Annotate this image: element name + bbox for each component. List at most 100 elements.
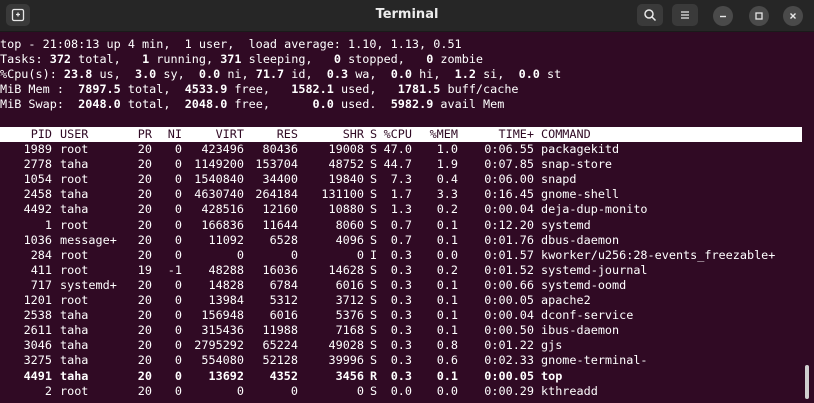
cell-res: 11644 <box>262 217 298 232</box>
cell-cpu: 0.3 <box>390 293 412 307</box>
cell-shr: 48752 <box>328 157 364 172</box>
maximize-button[interactable] <box>749 6 769 26</box>
summary-label: st <box>539 67 562 81</box>
summary-label: total, <box>120 82 185 96</box>
close-button[interactable] <box>783 6 803 26</box>
cell-pr: 20 <box>137 142 152 156</box>
summary-label: zombie <box>433 52 484 66</box>
header-pid: PID <box>30 127 52 141</box>
cell-command: snapd <box>541 172 577 187</box>
cell-res: 0 <box>290 247 298 262</box>
cell-cpu: 0.0 <box>390 383 412 398</box>
cell-pr: 20 <box>137 293 152 307</box>
summary-label: wa, <box>348 67 391 81</box>
cell-command: top <box>541 368 563 383</box>
minimize-icon <box>720 15 726 18</box>
cell-state: S <box>370 142 378 156</box>
cell-time: 0:16.45 <box>484 187 534 202</box>
cell-user: root <box>60 293 89 307</box>
cell-mem: 3.3 <box>436 187 458 202</box>
summary-value: 23.8 <box>63 67 93 81</box>
cell-time: 0:01.76 <box>484 232 534 247</box>
process-row: 1989 root 20 0 423496 80436 19008 S 47.0 1.0 0:06.… <box>0 142 802 157</box>
cell-time: 0:07.85 <box>484 157 534 172</box>
cell-state: S <box>370 338 378 353</box>
summary-label: stopped, <box>340 52 427 66</box>
cell-shr: 49028 <box>328 338 364 353</box>
cell-user: root <box>60 262 89 277</box>
cell-user: taha <box>60 157 89 172</box>
cell-virt: 315436 <box>201 323 244 338</box>
cell-state: S <box>370 383 378 398</box>
cell-time: 0:00.05 <box>484 293 534 307</box>
cell-virt: 554080 <box>201 353 244 368</box>
header-ni: NI <box>167 127 182 141</box>
summary-value: 5982.9 <box>390 97 434 111</box>
cell-state: S <box>370 202 378 217</box>
cell-time: 0:06.00 <box>484 172 534 187</box>
cell-pid: 1036 <box>23 232 52 247</box>
cell-mem: 0.6 <box>436 353 458 368</box>
cell-res: 264184 <box>255 187 298 202</box>
summary-label: total, <box>120 97 185 111</box>
terminal-output[interactable]: top - 21:08:13 up 4 min, 1 user, load av… <box>0 32 814 403</box>
cell-res: 6784 <box>269 277 298 292</box>
cell-res: 65224 <box>262 338 298 353</box>
cell-shr: 0 <box>356 383 364 398</box>
cell-virt: 2795292 <box>194 338 244 353</box>
cell-ni: 0 <box>174 293 182 307</box>
summary-label: hi, <box>412 67 455 81</box>
cell-command: deja-dup-monito <box>541 202 648 217</box>
cell-ni: -1 <box>167 262 182 277</box>
cell-pr: 20 <box>137 338 152 353</box>
process-row: 1054 root 20 0 1540840 34400 19840 S 7.3 0.4 0:06.… <box>0 172 802 187</box>
cell-mem: 0.1 <box>436 293 458 307</box>
summary-value: 7897.5 <box>78 82 121 96</box>
minimize-button[interactable] <box>713 6 733 26</box>
cell-state: S <box>370 353 378 368</box>
cell-user: taha <box>60 202 89 217</box>
title-bar: Terminal <box>0 0 814 32</box>
cell-user: taha <box>60 323 89 338</box>
summary-value: 1.2 <box>454 67 476 81</box>
process-row: 1036 message+ 20 0 11092 6528 4096 S 0.7 0.1 0:01.… <box>0 233 802 248</box>
process-row: 284 root 20 0 0 0 0 I 0.3 0.0 0:01.57 kworker/u256:… <box>0 248 802 263</box>
cell-state: S <box>370 187 378 202</box>
summary-value: 0.0 <box>518 67 540 81</box>
cell-virt: 166836 <box>201 217 244 232</box>
cell-shr: 3712 <box>335 293 364 307</box>
summary-value: 2048.0 <box>78 97 121 111</box>
menu-button[interactable] <box>672 4 698 26</box>
cell-pid: 3275 <box>23 353 52 368</box>
cell-shr: 7168 <box>335 323 364 338</box>
cell-pr: 19 <box>137 262 152 277</box>
cell-mem: 0.1 <box>436 232 458 247</box>
cell-pid: 1054 <box>23 172 52 187</box>
summary-value: 71.7 <box>255 67 285 81</box>
process-row: 411 root 19 -1 48288 16036 14628 S 0.3 0.2 0:01.52… <box>0 263 802 278</box>
cell-command: snap-store <box>541 157 613 172</box>
cell-virt: 48288 <box>208 262 244 277</box>
summary-label: MiB Swap: <box>0 97 79 111</box>
search-button[interactable] <box>637 4 663 26</box>
cell-pr: 20 <box>137 277 152 292</box>
cell-time: 0:01.57 <box>484 247 534 262</box>
cell-virt: 11092 <box>208 232 244 247</box>
cell-res: 0 <box>290 383 298 398</box>
cell-shr: 39996 <box>328 353 364 368</box>
cell-pid: 284 <box>30 247 52 262</box>
scrollbar-thumb[interactable] <box>805 365 809 399</box>
cell-cpu: 0.3 <box>390 368 412 383</box>
cell-ni: 0 <box>174 338 182 353</box>
cell-ni: 0 <box>174 353 182 368</box>
cell-virt: 13692 <box>208 368 244 383</box>
summary-label: Tasks: <box>0 52 50 66</box>
cell-pid: 3046 <box>23 338 52 353</box>
cell-res: 16036 <box>262 262 298 277</box>
process-row: 2538 taha 20 0 156948 6016 5376 S 0.3 0.1 0:00.04 d… <box>0 308 802 323</box>
summary-label: MiB Mem : <box>0 82 79 96</box>
summary-label: si, <box>475 67 519 81</box>
cell-res: 5312 <box>269 293 298 307</box>
summary-label: buff/cache <box>440 82 519 96</box>
header-user: USER <box>60 127 89 141</box>
